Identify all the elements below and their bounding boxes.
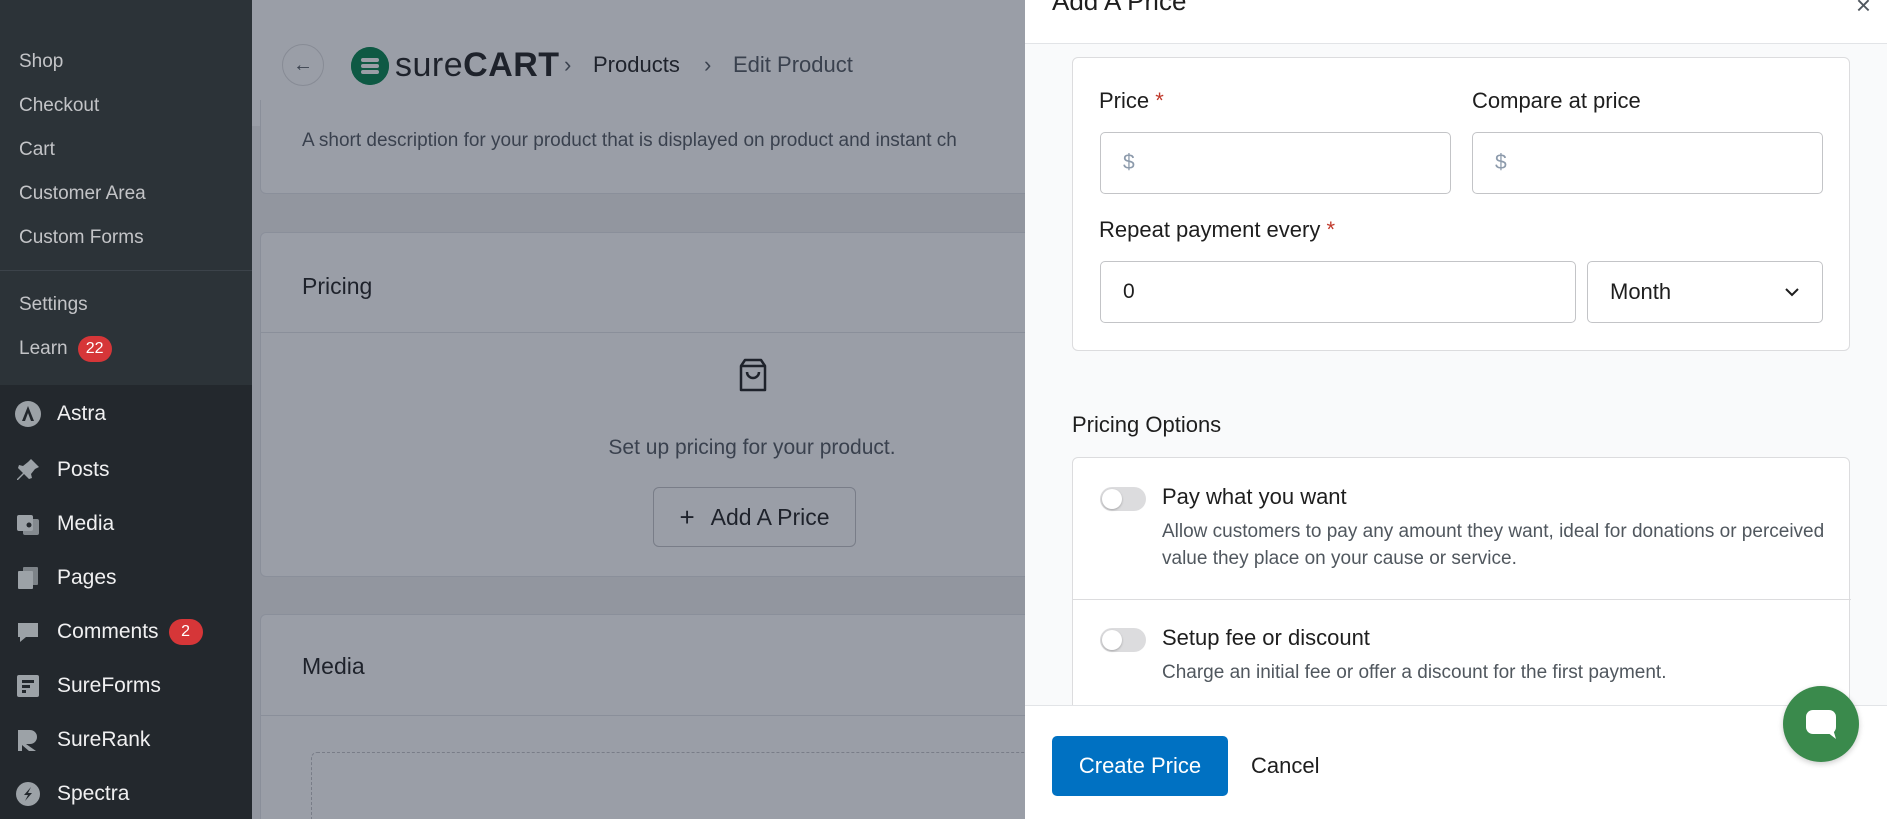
chevron-down-icon xyxy=(1785,288,1799,297)
sidebar-item-label: Pages xyxy=(57,566,117,589)
drawer-header: Add A Price × xyxy=(1025,0,1887,44)
submenu-item-cart[interactable]: Cart xyxy=(0,128,252,172)
compare-at-price-input[interactable]: $ xyxy=(1472,132,1823,194)
add-price-drawer: Add A Price × Price * Compare at price $… xyxy=(1025,0,1887,819)
learn-label: Learn xyxy=(19,338,68,359)
repeat-interval-count-input[interactable]: 0 xyxy=(1100,261,1576,323)
sidebar-item-surerank[interactable]: SureRank xyxy=(0,713,252,767)
sidebar-item-astra[interactable]: Astra xyxy=(0,385,252,443)
learn-badge: 22 xyxy=(77,336,112,362)
currency-prefix: $ xyxy=(1123,151,1135,174)
submenu-item-learn[interactable]: Learn 22 xyxy=(0,327,252,371)
submenu-item-checkout[interactable]: Checkout xyxy=(0,84,252,128)
sidebar-item-label: Comments xyxy=(57,620,159,643)
pages-icon xyxy=(13,563,43,593)
price-details-card: Price * Compare at price $ $ Repeat paym… xyxy=(1072,57,1850,351)
close-icon[interactable]: × xyxy=(1856,0,1871,21)
submenu-divider xyxy=(0,270,252,271)
sidebar-item-label: SureForms xyxy=(57,674,161,697)
submenu-item-shop[interactable]: Shop xyxy=(0,40,252,84)
sidebar-item-spectra[interactable]: Spectra xyxy=(0,767,252,819)
drawer-footer: Create Price Cancel xyxy=(1025,705,1887,819)
pricing-options-title: Pricing Options xyxy=(1072,412,1222,437)
comments-badge: 2 xyxy=(168,619,203,645)
repeat-count-value: 0 xyxy=(1123,280,1135,303)
submenu-padding xyxy=(0,371,252,385)
repeat-payment-label: Repeat payment every * xyxy=(1099,217,1336,242)
interval-value: Month xyxy=(1610,279,1672,304)
admin-sidebar: Shop Checkout Cart Customer Area Custom … xyxy=(0,0,252,819)
compare-at-price-label: Compare at price xyxy=(1472,88,1641,113)
currency-prefix: $ xyxy=(1495,151,1507,174)
option-divider xyxy=(1073,599,1851,600)
sidebar-item-comments[interactable]: Comments 2 xyxy=(0,605,252,659)
sureforms-icon xyxy=(13,671,43,701)
submenu-item-settings[interactable]: Settings xyxy=(0,283,252,327)
option-title: Pay what you want xyxy=(1162,484,1347,509)
submenu-item-customer-area[interactable]: Customer Area xyxy=(0,172,252,216)
spectra-icon xyxy=(13,779,43,809)
sidebar-item-posts[interactable]: Posts xyxy=(0,443,252,497)
chat-launcher-button[interactable] xyxy=(1783,686,1859,762)
pay-what-you-want-toggle[interactable] xyxy=(1100,487,1146,511)
repeat-interval-select[interactable]: Month xyxy=(1587,261,1823,323)
chat-icon xyxy=(1806,710,1836,739)
surerank-icon xyxy=(13,725,43,755)
surecart-submenu: Shop Checkout Cart Customer Area Custom … xyxy=(0,0,252,385)
sidebar-item-label: Astra xyxy=(57,402,107,425)
sidebar-item-pages[interactable]: Pages xyxy=(0,551,252,605)
price-label: Price * xyxy=(1099,88,1164,113)
sidebar-item-label: Spectra xyxy=(57,782,130,805)
sidebar-item-label: Posts xyxy=(57,458,110,481)
sidebar-item-sureforms[interactable]: SureForms xyxy=(0,659,252,713)
comments-icon xyxy=(13,617,43,647)
cancel-button[interactable]: Cancel xyxy=(1251,736,1319,796)
sidebar-item-label: Media xyxy=(57,512,115,535)
sidebar-item-label: SureRank xyxy=(57,728,151,751)
option-description: Allow customers to pay any amount they w… xyxy=(1162,521,1825,569)
option-title: Setup fee or discount xyxy=(1162,625,1370,650)
option-description: Charge an initial fee or offer a discoun… xyxy=(1162,662,1667,683)
pin-icon xyxy=(13,455,43,485)
setup-fee-toggle[interactable] xyxy=(1100,628,1146,652)
submenu-item-custom-forms[interactable]: Custom Forms xyxy=(0,216,252,260)
create-price-button[interactable]: Create Price xyxy=(1052,736,1228,796)
toggle-knob xyxy=(1102,630,1122,650)
drawer-title: Add A Price xyxy=(1052,0,1187,16)
toggle-knob xyxy=(1102,489,1122,509)
astra-icon xyxy=(13,399,43,429)
media-icon xyxy=(13,509,43,539)
sidebar-item-media[interactable]: Media xyxy=(0,497,252,551)
price-input[interactable]: $ xyxy=(1100,132,1451,194)
